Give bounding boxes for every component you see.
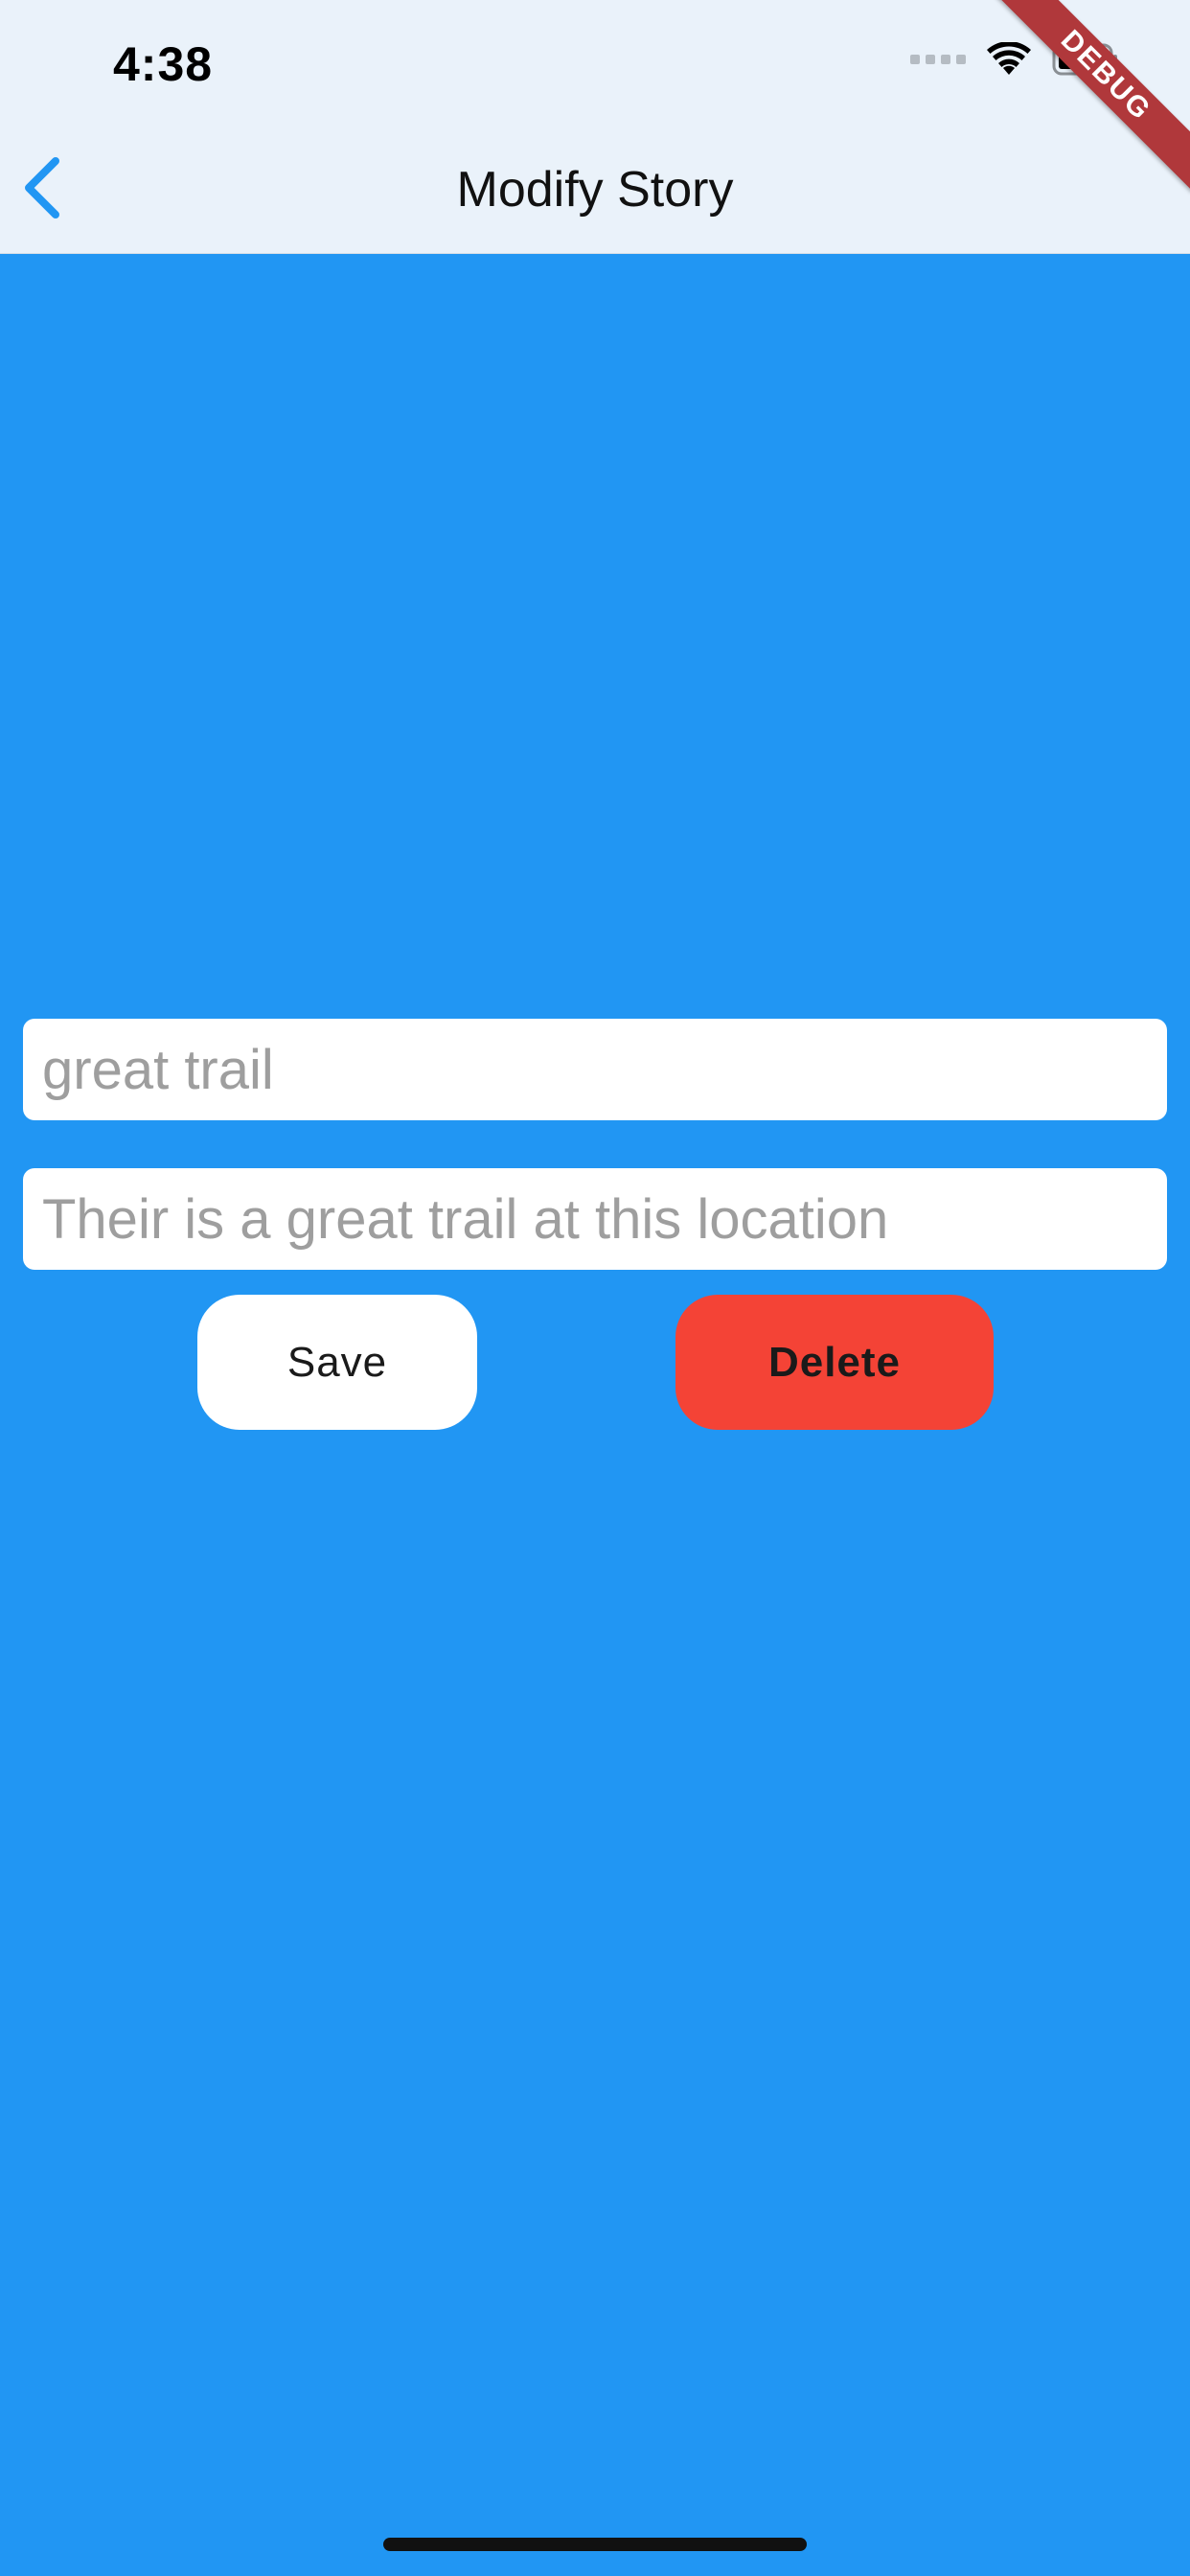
delete-button[interactable]: Delete [675, 1295, 994, 1430]
page-title: Modify Story [456, 162, 734, 218]
save-button[interactable]: Save [197, 1295, 477, 1430]
home-indicator[interactable] [383, 2538, 807, 2551]
story-title-input[interactable] [23, 1019, 1167, 1120]
modify-story-screen: 4:38 DEBUG Modify Story great trail Thei… [0, 0, 1190, 2576]
status-time: 4:38 [113, 37, 214, 91]
app-bar: 4:38 DEBUG Modify Story [0, 0, 1190, 254]
cellular-signal-icon [910, 55, 966, 64]
story-body-input[interactable] [23, 1168, 1167, 1270]
wifi-icon [987, 42, 1031, 77]
